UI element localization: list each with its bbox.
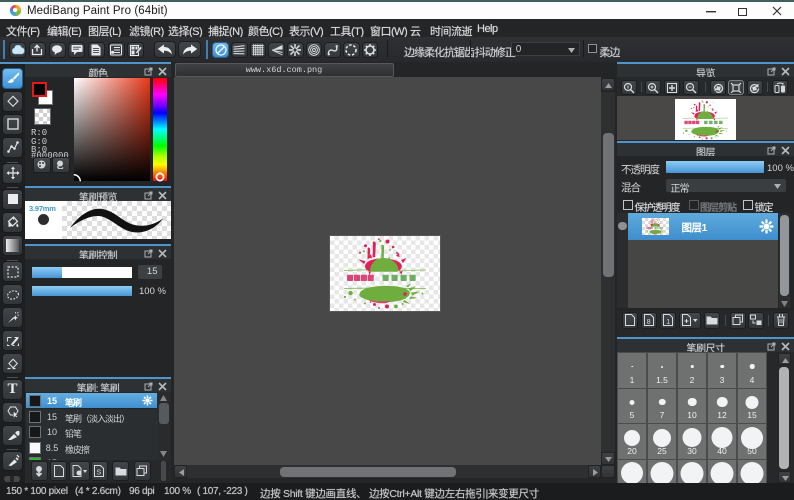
- svg-text:8: 8: [647, 319, 651, 326]
- svg-text:S: S: [97, 470, 102, 477]
- svg-text:1: 1: [666, 319, 670, 326]
